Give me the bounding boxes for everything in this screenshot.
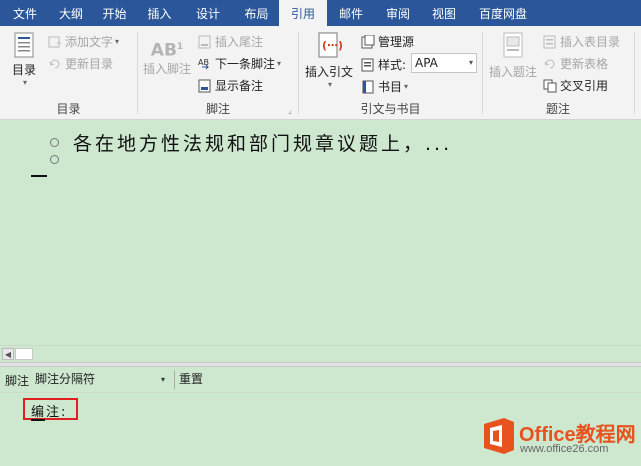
update-table-label: 更新表格 [560,57,609,71]
add-text-icon [48,35,62,49]
insert-table-of-figures-button[interactable]: 插入表目录 [543,33,620,50]
add-text-button[interactable]: 添加文字 ▾ [48,33,119,50]
group-footnotes-label: 脚注 [205,102,230,116]
insert-endnote-label: 插入尾注 [215,35,264,49]
document-area[interactable]: 各在地方性法规和部门规章议题上，... [0,121,641,345]
insert-caption-icon [503,32,523,58]
tab-view[interactable]: 视图 [421,0,467,26]
add-text-label: 添加文字 [65,35,114,49]
scroll-left-icon[interactable]: ◀ [2,348,14,360]
update-table-icon [543,57,557,71]
horizontal-scrollbar[interactable]: ◀ [0,345,641,361]
tab-baidu-netdisk[interactable]: 百度网盘 [467,0,539,26]
tab-review[interactable]: 审阅 [375,0,421,26]
style-icon [361,58,375,72]
toc-label: 目录 [11,63,36,77]
bibliography-button[interactable]: 书目 ▾ [361,78,408,95]
tab-mailings[interactable]: 邮件 [327,0,375,26]
ribbon-separator [634,32,635,114]
insert-caption-button[interactable]: 插入题注 [487,32,539,80]
update-table-button[interactable]: 更新表格 [543,55,608,72]
endnote-icon [198,35,212,49]
watermark: Office教程网 www.office26.com [482,416,640,464]
tab-file[interactable]: 文件 [0,0,50,26]
footnote-pane-label: 脚注 [5,374,30,388]
manage-sources-label: 管理源 [378,35,415,49]
list-item: 各在地方性法规和部门规章议题上，... [50,129,452,156]
bibliography-label: 书目 [378,80,403,94]
toc-chevron-down-icon: ▾ [22,78,27,87]
update-toc-label: 更新目录 [65,57,114,71]
reset-button[interactable]: 重置 [174,370,203,389]
footnote-type-chevron-down-icon: ▾ [160,375,165,384]
style-label-group: 样式: [361,56,406,73]
list-item [50,155,73,164]
show-notes-label: 显示备注 [215,79,264,93]
svg-text:(⋯): (⋯) [322,39,342,52]
tab-home[interactable]: 开始 [92,0,137,26]
bullet-circle-icon [50,138,59,147]
insert-citation-button[interactable]: (⋯) 插入引文 ▾ [303,32,355,89]
tab-design[interactable]: 设计 [182,0,234,26]
cross-reference-icon [543,79,557,93]
update-toc-button[interactable]: 更新目录 [48,55,113,72]
group-captions-label: 题注 [545,102,570,116]
toc-button[interactable]: 目录 ▾ [8,32,40,87]
footnote-ab-icon: AB1 [150,40,184,61]
watermark-url: www.office26.com [520,443,609,455]
insert-citation-chevron-down-icon: ▾ [327,80,332,89]
next-footnote-label: 下一条脚注 [215,57,276,71]
style-label: 样式: [378,58,407,72]
style-select-value: APA [415,56,438,70]
footnotes-dialog-launcher-icon[interactable]: ⌟ [288,106,292,115]
tab-outline[interactable]: 大纲 [50,0,92,26]
cross-reference-label: 交叉引用 [560,79,609,93]
show-notes-icon [198,79,212,93]
insert-endnote-button[interactable]: 插入尾注 [198,33,263,50]
next-footnote-icon: AB [198,57,212,71]
office-logo-icon [484,418,514,454]
table-of-figures-icon [543,35,557,49]
style-select-chevron-down-icon: ▾ [468,58,473,67]
insert-citation-icon: (⋯) [318,32,343,58]
tab-insert[interactable]: 插入 [137,0,182,26]
insert-table-of-figures-label: 插入表目录 [560,35,621,49]
footnote-type-select[interactable]: 脚注分隔符 ▾ [33,370,169,389]
document-text-line: 各在地方性法规和部门规章议题上，... [73,133,453,155]
manage-sources-icon [361,34,375,49]
insert-caption-label: 插入题注 [488,65,537,79]
footnote-type-value: 脚注分隔符 [35,372,96,386]
group-captions: 插入题注 插入表目录 更新表格 交叉引用 题注 [483,26,633,120]
style-select[interactable]: APA ▾ [411,53,477,73]
toc-icon [14,32,34,58]
group-footnotes: AB1 插入脚注 插入尾注 AB 下一条脚注 ▾ 显示备注 脚注 ⌟ [138,26,298,120]
next-footnote-button[interactable]: AB 下一条脚注 ▾ [198,55,281,72]
show-notes-button[interactable]: 显示备注 [198,77,263,94]
text-cursor [31,175,47,177]
footnote-pane-toolbar: 脚注 脚注分隔符 ▾ 重置 [0,367,641,393]
bibliography-icon [361,80,375,94]
insert-citation-label: 插入引文 [304,65,353,79]
text-cursor [31,419,45,421]
group-citations: (⋯) 插入引文 ▾ 管理源 样式: 书目 ▾ 引文与书目 [299,26,482,120]
tab-references[interactable]: 引用 [279,0,327,26]
next-footnote-chevron-down-icon: ▾ [277,59,282,68]
insert-footnote-button[interactable]: AB1 插入脚注 [141,34,193,77]
update-toc-icon [48,57,62,71]
bibliography-chevron-down-icon: ▾ [404,82,409,91]
footnote-separator-text: 编注: [31,405,68,420]
ribbon: 目录 ▾ 添加文字 ▾ 更新目录 目录 AB1 插入脚注 插入尾注 AB 下一条… [0,26,641,120]
bullet-circle-icon [50,155,59,164]
add-text-chevron-down-icon: ▾ [115,37,120,46]
cross-reference-button[interactable]: 交叉引用 [543,77,608,94]
group-citations-label: 引文与书目 [360,102,421,116]
group-toc-label: 目录 [56,102,81,116]
scrollbar-thumb[interactable] [15,348,33,360]
insert-footnote-label: 插入脚注 [142,62,191,76]
group-toc: 目录 ▾ 添加文字 ▾ 更新目录 目录 [0,26,137,120]
ribbon-tab-bar: 文件 大纲 开始 插入 设计 布局 引用 邮件 审阅 视图 百度网盘 [0,0,641,26]
tab-layout[interactable]: 布局 [234,0,279,26]
manage-sources-button[interactable]: 管理源 [361,33,414,50]
